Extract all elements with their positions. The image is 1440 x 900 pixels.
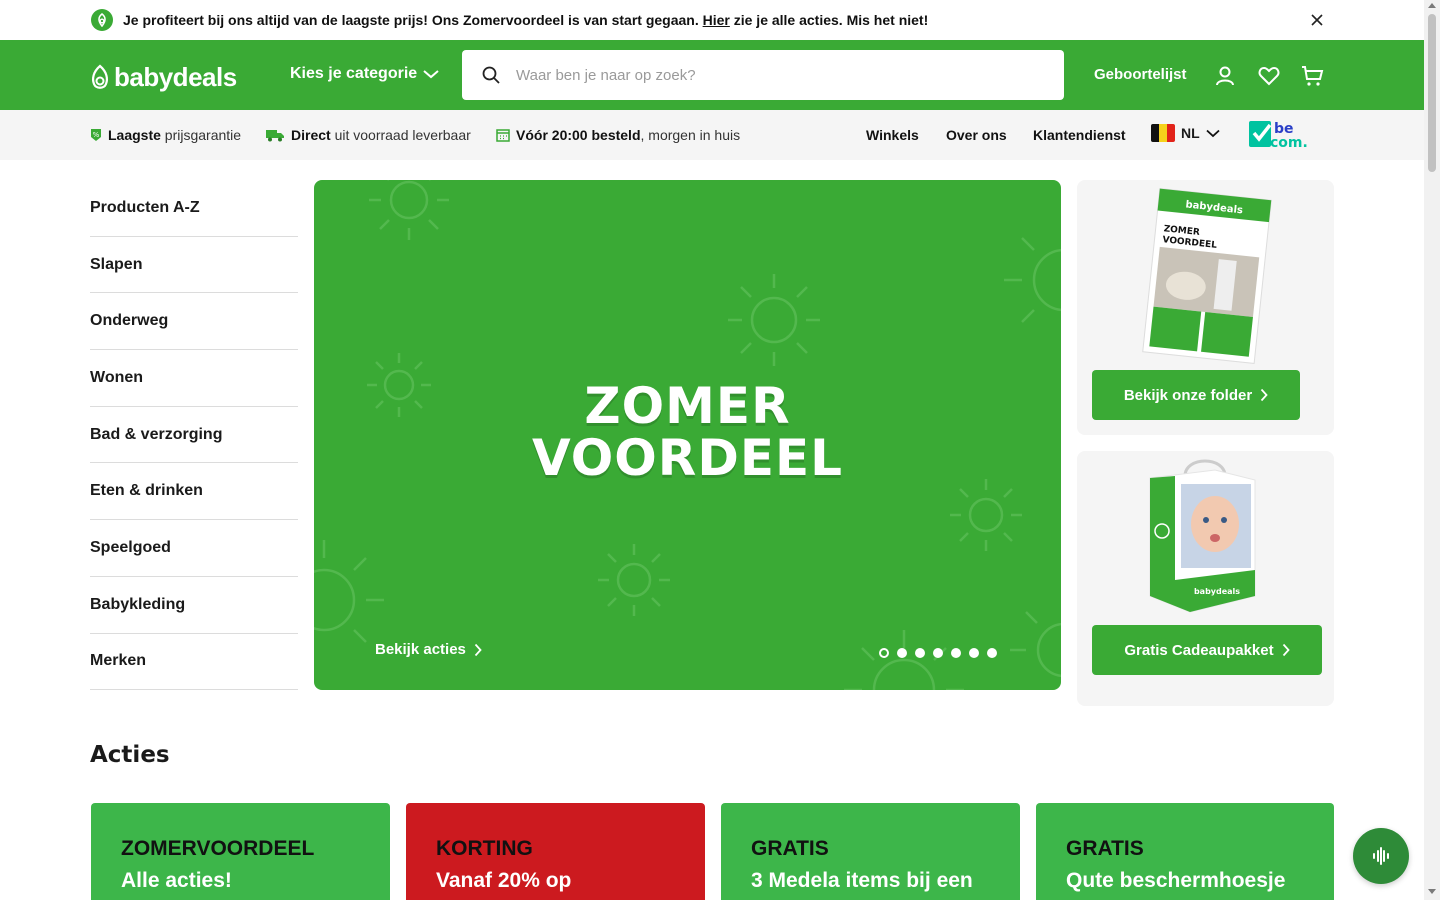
deal-subtitle: Alle acties! xyxy=(121,869,232,892)
carousel-dot[interactable] xyxy=(879,648,889,658)
category-item[interactable]: Speelgoed xyxy=(90,520,298,577)
deal-subtitle: Qute beschermhoesje xyxy=(1066,869,1286,892)
leaf-icon xyxy=(91,9,113,31)
scroll-down-arrow-icon[interactable] xyxy=(1428,889,1436,894)
chevron-down-icon xyxy=(1206,129,1220,137)
usp-direct-delivery: Direct uit voorraad leverbaar xyxy=(265,127,471,143)
belgium-flag-icon xyxy=(1151,124,1175,142)
deal-tag: KORTING xyxy=(436,837,533,860)
carousel-dot[interactable] xyxy=(951,648,961,658)
nav-customer-service[interactable]: Klantendienst xyxy=(1033,127,1126,143)
scrollbar-thumb[interactable] xyxy=(1428,14,1436,172)
deal-card[interactable]: KORTING Vanaf 20% op xyxy=(406,803,705,900)
category-item[interactable]: Merken xyxy=(90,634,298,691)
deal-tag: GRATIS xyxy=(751,837,829,860)
deal-card[interactable]: ZOMERVOORDEEL Alle acties! xyxy=(91,803,390,900)
view-folder-button[interactable]: Bekijk onze folder xyxy=(1092,370,1300,420)
price-tag-icon: % xyxy=(91,129,101,141)
birth-list-link[interactable]: Geboortelijst xyxy=(1094,66,1187,83)
hero-title: ZOMER VOORDEEL xyxy=(531,377,843,487)
svg-text:com.: com. xyxy=(1270,135,1308,151)
category-item[interactable]: Babykleding xyxy=(90,577,298,634)
section-title-acties: Acties xyxy=(90,742,170,768)
gift-bag-image: babydeals xyxy=(1149,459,1256,613)
deal-subtitle: 3 Medela items bij een xyxy=(751,869,973,892)
usp-bar: % Laagste prijsgarantie Direct uit voorr… xyxy=(0,110,1424,160)
category-item[interactable]: Bad & verzorging xyxy=(90,407,298,464)
babydeals-logo[interactable]: babydeals xyxy=(90,62,237,93)
carousel-dot[interactable] xyxy=(969,648,979,658)
deal-card[interactable]: GRATIS Qute beschermhoesje xyxy=(1036,803,1334,900)
chevron-right-icon xyxy=(1282,643,1290,657)
announcement-text: Je profiteert bij ons altijd van de laag… xyxy=(123,12,929,28)
voice-assistant-icon xyxy=(1373,847,1389,865)
scroll-up-arrow-icon[interactable] xyxy=(1428,3,1436,8)
announcement-bar: Je profiteert bij ons altijd van de laag… xyxy=(0,0,1424,40)
cart-icon[interactable] xyxy=(1301,64,1325,88)
hero-cta-link[interactable]: Bekijk acties xyxy=(375,641,482,658)
category-item[interactable]: Eten & drinken xyxy=(90,463,298,521)
main-header: babydeals Kies je categorie Geboortelijs… xyxy=(0,40,1424,110)
gift-promo-card: babydeals Gratis Cadeaupakket xyxy=(1077,451,1334,706)
account-icon[interactable] xyxy=(1213,64,1237,88)
chevron-right-icon xyxy=(474,643,482,656)
free-gift-pack-button[interactable]: Gratis Cadeaupakket xyxy=(1092,625,1322,675)
category-dropdown-button[interactable]: Kies je categorie xyxy=(290,65,439,83)
search-input[interactable] xyxy=(516,63,1036,87)
category-item[interactable]: Wonen xyxy=(90,350,298,407)
category-item[interactable]: Producten A-Z xyxy=(90,180,298,237)
carousel-dot[interactable] xyxy=(933,648,943,658)
deal-subtitle: Vanaf 20% op xyxy=(436,869,572,892)
page-scrollbar[interactable] xyxy=(1424,0,1440,900)
deal-card[interactable]: GRATIS 3 Medela items bij een xyxy=(721,803,1020,900)
close-icon[interactable] xyxy=(1309,12,1325,28)
chevron-down-icon xyxy=(423,70,439,79)
voice-assistant-button[interactable] xyxy=(1353,828,1409,884)
carousel-dots xyxy=(879,648,997,658)
svg-text:%: % xyxy=(93,131,100,139)
nav-about[interactable]: Over ons xyxy=(946,127,1007,143)
category-item[interactable]: Onderweg xyxy=(90,293,298,351)
chevron-right-icon xyxy=(1261,388,1268,402)
logo-text: babydeals xyxy=(114,62,237,92)
hero-banner[interactable]: ZOMER VOORDEEL Bekijk acties xyxy=(314,180,1061,690)
category-item[interactable]: Slapen xyxy=(90,237,298,294)
becommerce-logo[interactable]: be com. xyxy=(1248,119,1324,151)
carousel-dot[interactable] xyxy=(915,648,925,658)
usp-next-day: Vóór 20:00 besteld, morgen in huis xyxy=(496,127,740,143)
language-label: NL xyxy=(1181,125,1200,141)
calendar-icon xyxy=(496,129,510,142)
search-bar xyxy=(462,50,1064,100)
usp-price-guarantee: % Laagste prijsgarantie xyxy=(90,127,241,143)
deal-tag: ZOMERVOORDEEL xyxy=(121,837,315,860)
truck-icon xyxy=(266,130,284,142)
carousel-dot[interactable] xyxy=(897,648,907,658)
carousel-dot[interactable] xyxy=(987,648,997,658)
category-list: Producten A-Z Slapen Onderweg Wonen Bad … xyxy=(90,180,298,691)
nav-stores[interactable]: Winkels xyxy=(866,127,919,143)
folder-image: babydeals ZOMER VOORDEEL xyxy=(1142,188,1272,364)
heart-icon[interactable] xyxy=(1257,64,1281,88)
svg-text:babydeals: babydeals xyxy=(1194,587,1240,596)
category-button-label: Kies je categorie xyxy=(290,65,418,82)
logo-leaf-icon xyxy=(92,64,108,89)
search-icon[interactable] xyxy=(482,66,500,89)
deal-tag: GRATIS xyxy=(1066,837,1144,860)
announcement-link[interactable]: Hier xyxy=(703,12,730,28)
folder-promo-card: babydeals ZOMER VOORDEEL Bekijk onze fol… xyxy=(1077,180,1334,435)
language-selector[interactable]: NL xyxy=(1151,124,1220,142)
